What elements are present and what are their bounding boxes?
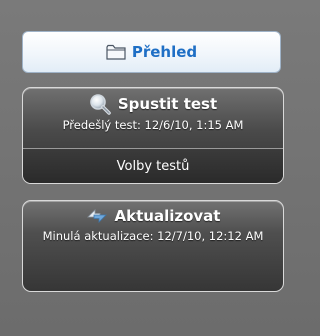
magnifier-icon — [89, 93, 111, 115]
update-button[interactable]: Aktualizovat Minulá aktualizace: 12/7/10… — [23, 201, 283, 291]
overview-button[interactable]: Přehled — [22, 31, 281, 73]
scan-options-button[interactable]: Volby testů — [23, 149, 283, 183]
last-scan-text: Předešlý test: 12/6/10, 1:15 AM — [62, 118, 244, 132]
update-title: Aktualizovat — [114, 207, 221, 225]
last-update-text: Minulá aktualizace: 12/7/10, 12:12 AM — [42, 229, 264, 243]
refresh-arrows-icon — [86, 206, 108, 226]
folder-icon — [106, 44, 126, 60]
app-sidebar: Přehled Spustit test Předešlý test: 12/6… — [0, 0, 294, 336]
scan-title: Spustit test — [117, 95, 218, 113]
run-scan-button[interactable]: Spustit test Předešlý test: 12/6/10, 1:1… — [23, 88, 283, 148]
overview-label: Přehled — [131, 43, 198, 61]
scan-panel: Spustit test Předešlý test: 12/6/10, 1:1… — [22, 87, 284, 184]
scan-options-label: Volby testů — [116, 159, 190, 174]
update-panel: Aktualizovat Minulá aktualizace: 12/7/10… — [22, 200, 284, 292]
